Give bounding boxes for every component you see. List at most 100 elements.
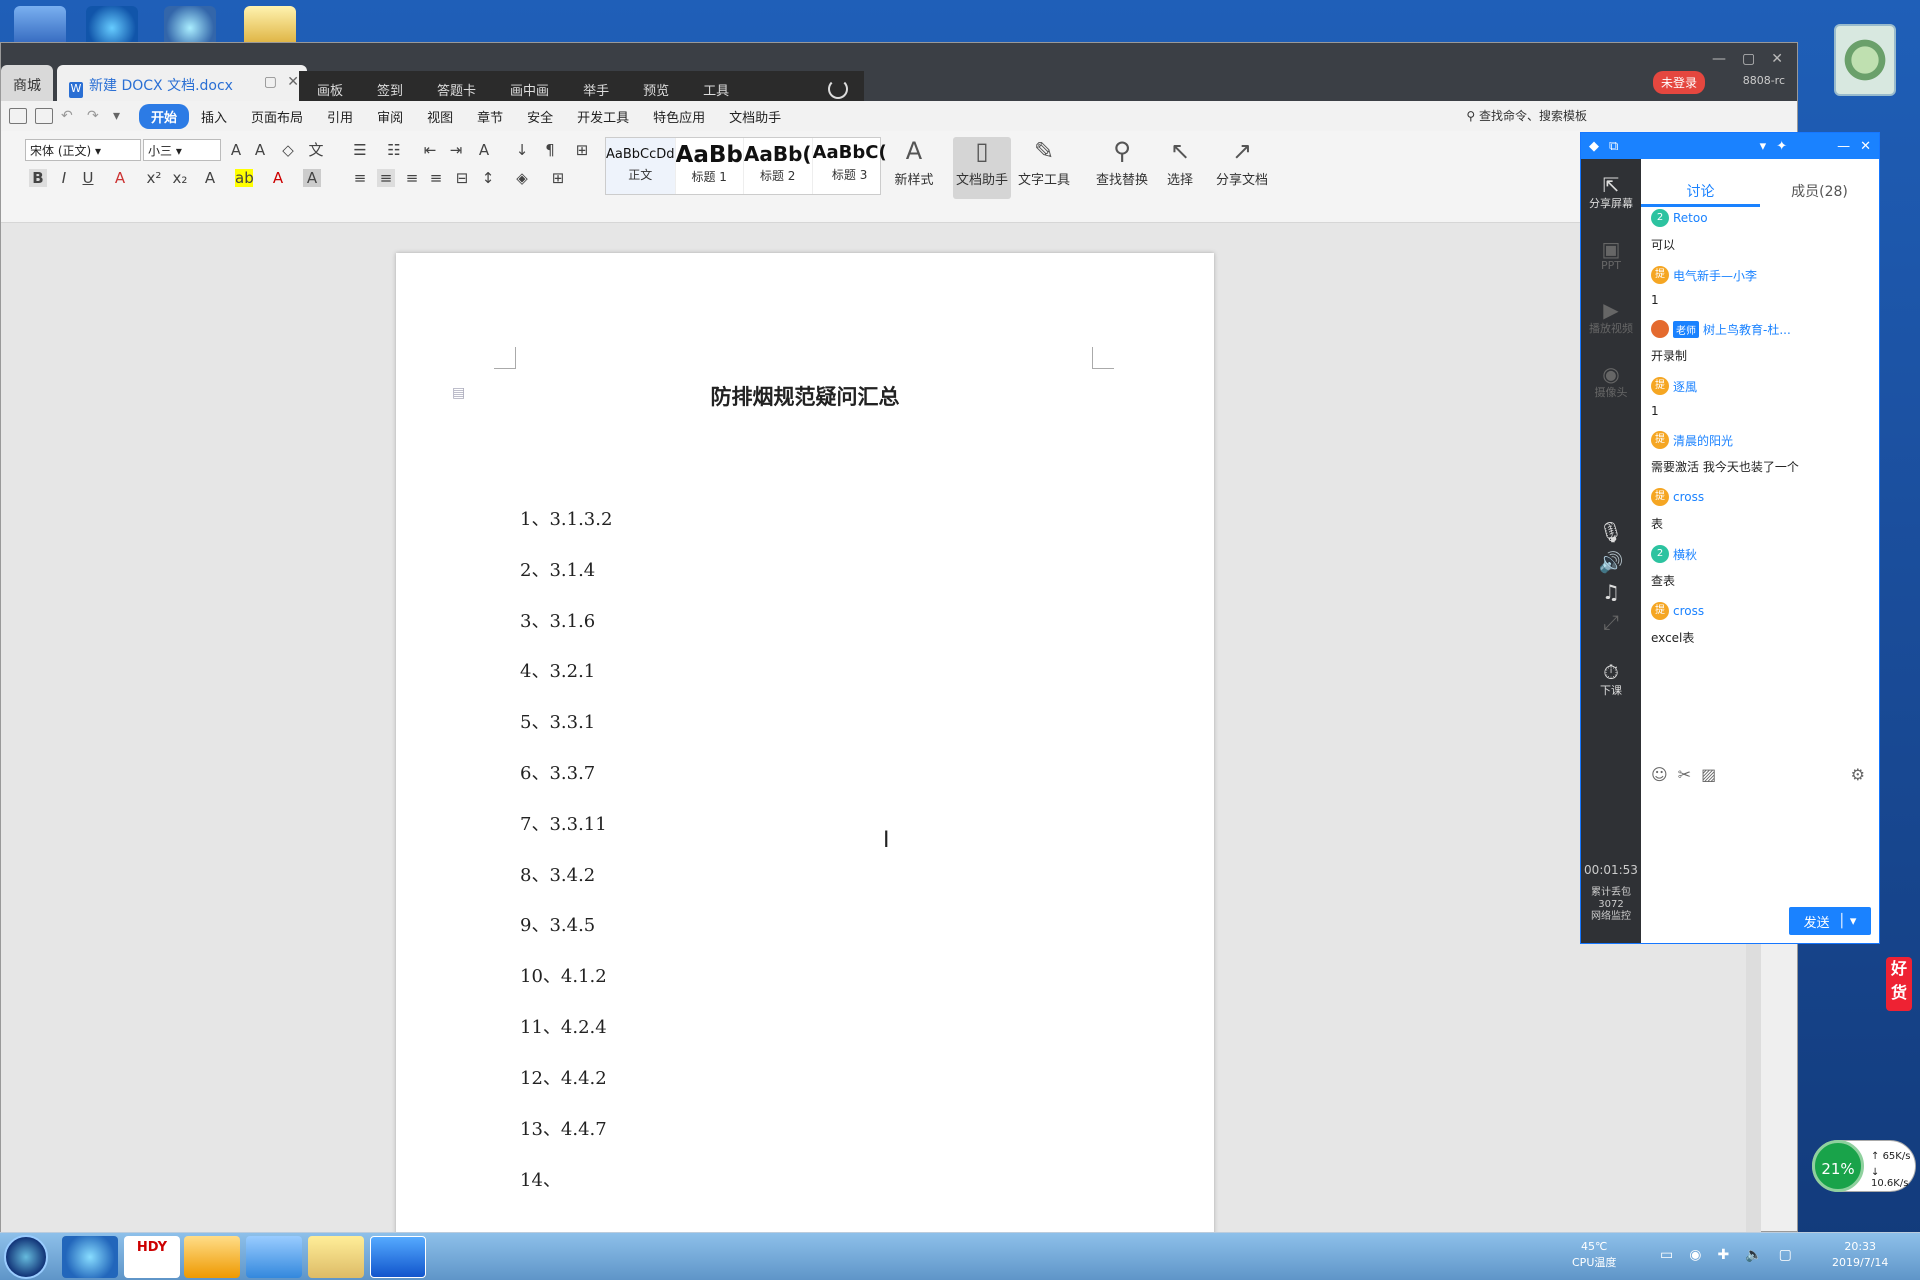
gear-icon[interactable]: ⚙ [1851, 765, 1865, 784]
undo-icon[interactable]: ↶ [61, 108, 79, 124]
table-icon[interactable]: ⊞ [573, 141, 591, 159]
italic-icon[interactable]: I [55, 169, 73, 187]
tool-answer-card[interactable]: 答题卡 [437, 80, 476, 99]
music-button[interactable]: ♫ [1581, 580, 1641, 604]
volume-icon[interactable]: 🔈 [1745, 1247, 1762, 1263]
maximize-icon[interactable]: ▢ [1742, 51, 1755, 67]
char-shading-icon[interactable]: A [303, 169, 321, 187]
font-color-icon[interactable]: A [269, 169, 287, 187]
panel-close-icon[interactable]: ✕ [1860, 139, 1871, 154]
clock[interactable]: 20:33 2019/7/14 [1832, 1239, 1888, 1271]
bullets-icon[interactable]: ☰ [351, 141, 369, 159]
style-heading-2[interactable]: AaBb(标题 2 [744, 138, 813, 194]
network-icon[interactable]: ◉ [1689, 1247, 1701, 1263]
haohuo-widget[interactable]: 好货 [1886, 957, 1912, 1011]
tool-raise-hand[interactable]: 举手 [583, 80, 609, 99]
tab-members[interactable]: 成员(28) [1760, 159, 1879, 207]
menu-insert[interactable]: 插入 [189, 104, 239, 129]
distribute-icon[interactable]: ⊟ [453, 169, 471, 187]
menu-page-layout[interactable]: 页面布局 [239, 104, 315, 129]
share-screen-button[interactable]: ⇱ 分享屏幕 [1581, 173, 1641, 211]
taskbar-hdy[interactable]: HDY [124, 1236, 180, 1278]
superscript-icon[interactable]: x² [145, 169, 163, 187]
increase-indent-icon[interactable]: ⇥ [447, 141, 465, 159]
customize-icon[interactable]: ▾ [113, 108, 131, 124]
image-icon[interactable]: ▨ [1701, 765, 1716, 784]
sender-name[interactable]: cross [1673, 490, 1704, 504]
decrease-indent-icon[interactable]: ⇤ [421, 141, 439, 159]
style-heading-1[interactable]: AaBb 标题 1 [676, 138, 744, 194]
network-monitor-widget[interactable]: 21% ↑ 65K/s ↓ 10.6K/s [1812, 1140, 1916, 1192]
shield-icon[interactable]: ✚ [1717, 1247, 1729, 1263]
clear-format-icon[interactable]: ◇ [279, 141, 297, 159]
sender-name[interactable]: cross [1673, 604, 1704, 618]
power-icon[interactable] [828, 79, 848, 99]
search-command[interactable]: ⚲ 查找命令、搜索模板 [1466, 107, 1587, 124]
menu-dev-tools[interactable]: 开发工具 [565, 104, 641, 129]
justify-icon[interactable]: ≡ [427, 169, 445, 187]
start-button[interactable] [4, 1235, 48, 1279]
print-preview-icon[interactable] [35, 108, 53, 124]
doc-assistant-button[interactable]: ▯ 文档助手 [953, 137, 1011, 199]
taskbar-wps[interactable] [370, 1236, 426, 1278]
align-left-icon[interactable]: ≡ [351, 169, 369, 187]
document-page[interactable]: ▤ 防排烟规范疑问汇总 1、3.1.3.2 2、3.1.4 3、3.1.6 4、… [396, 253, 1214, 1243]
sort-icon[interactable]: ↓ [513, 141, 531, 159]
send-button[interactable]: 发送 │ ▾ [1789, 907, 1871, 935]
phonetic-icon[interactable]: 文 [307, 141, 325, 159]
sender-name[interactable]: 横秋 [1673, 546, 1697, 563]
tool-tools[interactable]: 工具 [703, 80, 729, 99]
bold-icon[interactable]: B [29, 169, 47, 187]
fullscreen-button[interactable]: ⤢ [1581, 610, 1641, 634]
print-icon[interactable] [9, 108, 27, 124]
taskbar-ie[interactable] [62, 1236, 118, 1278]
shading-icon[interactable]: ◈ [513, 169, 531, 187]
font-size-select[interactable]: 小三 ▾ [143, 139, 221, 161]
display-icon[interactable]: ▢ [1779, 1247, 1792, 1263]
sender-name[interactable]: 清晨的阳光 [1673, 432, 1733, 449]
subscript-icon[interactable]: x₂ [171, 169, 189, 187]
style-heading-3[interactable]: AaBbC(标题 3 [813, 138, 887, 194]
menu-special[interactable]: 特色应用 [641, 104, 717, 129]
dropdown-icon[interactable]: ▾ [1760, 139, 1767, 154]
tool-whiteboard[interactable]: 画板 [317, 80, 343, 99]
align-center-icon[interactable]: ≡ [377, 169, 395, 187]
pin-icon[interactable]: ✦ [1776, 139, 1787, 154]
menu-chapter[interactable]: 章节 [465, 104, 515, 129]
speaker-button[interactable]: 🔊 [1581, 550, 1641, 574]
camera-button[interactable]: ◉ 摄像头 [1581, 362, 1641, 400]
font-name-select[interactable]: 宋体 (正文) ▾ [25, 139, 141, 161]
tab-discussion[interactable]: 讨论 [1641, 159, 1760, 207]
find-replace-button[interactable]: ⚲ 查找替换 [1093, 137, 1151, 199]
show-marks-icon[interactable]: ¶ [541, 141, 559, 159]
minimize-icon[interactable]: — [1712, 51, 1726, 67]
menu-review[interactable]: 审阅 [365, 104, 415, 129]
tool-preview[interactable]: 预览 [643, 80, 669, 99]
tab-document[interactable]: W 新建 DOCX 文档.docx ▢ ✕ [57, 65, 307, 101]
emoji-icon[interactable]: ☺ [1651, 765, 1668, 784]
text-effect-icon[interactable]: A [201, 169, 219, 187]
sender-name[interactable]: 树上鸟教育-杜... [1703, 321, 1791, 338]
shrink-font-icon[interactable]: A [251, 141, 269, 159]
taskbar-app[interactable] [184, 1236, 240, 1278]
mic-button[interactable]: 🎙 [1581, 520, 1641, 544]
strikethrough-icon[interactable]: A [111, 169, 129, 187]
taskbar-app2[interactable] [246, 1236, 302, 1278]
tool-signin[interactable]: 签到 [377, 80, 403, 99]
ppt-button[interactable]: ▣ PPT [1581, 237, 1641, 272]
close-icon[interactable]: ✕ [1771, 51, 1783, 67]
sender-name[interactable]: 逐風 [1673, 378, 1697, 395]
close-tab-icon[interactable]: ✕ [287, 74, 299, 90]
popout-icon[interactable]: ⧉ [1609, 139, 1618, 154]
play-video-button[interactable]: ▶ 播放视频 [1581, 298, 1641, 336]
new-style-button[interactable]: A 新样式 [885, 137, 943, 199]
chinese-layout-icon[interactable]: A [475, 141, 493, 159]
grow-font-icon[interactable]: A [227, 141, 245, 159]
sender-name[interactable]: 电气新手—小李 [1673, 267, 1757, 284]
select-button[interactable]: ↖ 选择 [1151, 137, 1209, 199]
highlight-icon[interactable]: ab [235, 169, 254, 187]
share-doc-button[interactable]: ↗ 分享文档 [1213, 137, 1271, 199]
end-class-button[interactable]: ⏱ 下课 [1581, 660, 1641, 698]
sender-name[interactable]: Retoo [1673, 211, 1708, 225]
menu-home[interactable]: 开始 [139, 103, 190, 129]
